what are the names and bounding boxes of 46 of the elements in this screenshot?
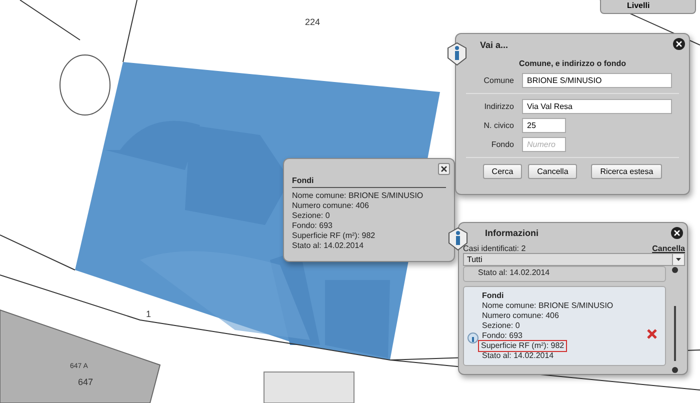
attribute-text: Numero comune: 406: [292, 201, 370, 211]
action-button[interactable]: Cancella: [528, 164, 578, 179]
map-label: 224: [305, 17, 320, 27]
field-label: Indirizzo: [483, 102, 514, 111]
attribute-text: Stato al: 14.02.2014: [478, 268, 551, 278]
filter-dropdown[interactable]: Tutti: [463, 253, 685, 266]
panel-title: Vai a...: [480, 40, 508, 50]
attribute-text: Fondo: 693: [292, 221, 334, 231]
attribute-text: Sezione: 0: [482, 321, 520, 331]
input-field[interactable]: Via Val Resa: [522, 99, 672, 114]
close-icon: [441, 166, 447, 172]
input-field[interactable]: 25: [522, 118, 566, 133]
action-button[interactable]: Cerca: [482, 164, 522, 179]
input-field[interactable]: Numero: [522, 137, 566, 152]
input-field[interactable]: BRIONE S/MINUSIO: [522, 73, 672, 88]
section-heading: Comune, e indirizzo o fondo: [518, 59, 626, 68]
map-label: 1: [146, 309, 152, 319]
field-label: Comune: [482, 76, 514, 85]
close-button[interactable]: [671, 227, 683, 239]
close-icon: [676, 41, 682, 47]
result-count: Casi identificati: 2: [463, 244, 526, 253]
attribute-text: Nome comune: BRIONE S/MINUSIO: [482, 301, 614, 311]
info-icon[interactable]: [467, 332, 479, 344]
attribute-text: Nome comune: BRIONE S/MINUSIO: [292, 191, 424, 201]
close-button[interactable]: [673, 38, 685, 50]
result-title: Fondi: [482, 291, 505, 301]
attribute-text: Stato al: 14.02.2014: [292, 241, 365, 251]
attribute-text: Sezione: 0: [292, 211, 331, 221]
close-button[interactable]: [438, 163, 450, 175]
info-icon: [446, 42, 468, 66]
panel-title: Informazioni: [485, 228, 538, 238]
attribute-text: Superficie RF (m²): 982: [292, 231, 376, 241]
close-icon: [674, 230, 680, 236]
attribute-text: Superficie RF (m²): 982: [479, 341, 566, 351]
layers-button[interactable]: Livelli: [600, 0, 696, 14]
clear-link[interactable]: Cancella: [652, 244, 685, 253]
field-label: N. civico: [482, 121, 514, 130]
action-button[interactable]: Ricerca estesa: [591, 164, 662, 179]
attribute-text: Fondo: 693: [482, 331, 522, 341]
caret-icon: [672, 254, 684, 265]
field-label: Fondo: [490, 140, 514, 149]
attribute-text: Numero comune: 406: [482, 311, 559, 321]
delete-icon[interactable]: [647, 329, 657, 339]
map-label: 647: [78, 377, 94, 387]
attribute-text: Stato al: 14.02.2014: [482, 351, 554, 361]
popup-title: Fondi: [292, 176, 446, 188]
